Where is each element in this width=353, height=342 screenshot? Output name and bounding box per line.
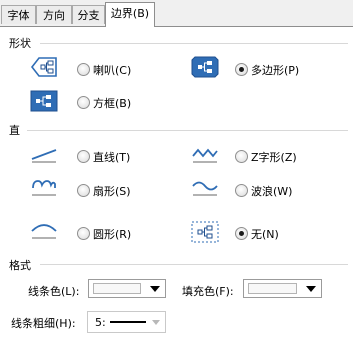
arc-radio[interactable]: [77, 227, 90, 240]
scallop-radio[interactable]: [77, 184, 90, 197]
rectangle-radio[interactable]: [77, 96, 90, 109]
chevron-down-icon: [306, 286, 316, 292]
wave-label: 波浪(W): [251, 185, 293, 198]
straight-line-icon: [31, 149, 57, 163]
line-weight-dropdown[interactable]: 5:: [87, 311, 166, 333]
line-weight-preview: [110, 321, 146, 323]
none-radio[interactable]: [235, 227, 248, 240]
balloon-label: 喇叭(C): [93, 64, 132, 77]
tab-bar-divider: [0, 26, 353, 27]
section-line-title: 直: [9, 124, 20, 137]
straight-radio[interactable]: [77, 150, 90, 163]
scallop-label: 扇形(S): [93, 185, 131, 198]
line-color-swatch: [93, 283, 141, 294]
line-weight-label: 线条粗细(H):: [11, 317, 76, 330]
wave-radio[interactable]: [235, 184, 248, 197]
line-weight-value: 5:: [95, 316, 106, 329]
rectangle-shape-icon: [30, 90, 58, 112]
fill-color-dropdown[interactable]: [243, 279, 322, 298]
tab-border[interactable]: 边界(B): [105, 2, 155, 27]
zigzag-line-icon: [192, 148, 218, 163]
section-format-title: 格式: [9, 259, 31, 272]
section-shape-divider: [40, 43, 348, 44]
fill-color-swatch: [248, 283, 297, 294]
line-color-label: 线条色(L):: [28, 285, 80, 298]
rectangle-label: 方框(B): [93, 97, 132, 110]
tab-border-label: 边界(B): [110, 7, 150, 20]
balloon-radio[interactable]: [77, 63, 90, 76]
no-line-icon: [191, 221, 219, 243]
arc-line-icon: [31, 224, 57, 239]
line-color-dropdown[interactable]: [88, 279, 166, 298]
tab-font-label: 字体: [7, 9, 30, 22]
balloon-shape-icon: [30, 57, 57, 77]
wave-line-icon: [192, 181, 218, 196]
straight-label: 直线(T): [93, 151, 131, 164]
scallop-line-icon: [32, 180, 56, 196]
zigzag-radio[interactable]: [235, 150, 248, 163]
tab-branch-label: 分支: [77, 9, 100, 22]
chevron-down-icon: [150, 286, 160, 292]
polygon-shape-icon: [191, 56, 219, 78]
zigzag-label: Z字形(Z): [251, 151, 297, 164]
arc-label: 圆形(R): [93, 228, 132, 241]
chevron-down-icon: [152, 320, 160, 325]
tab-direction-label: 方向: [43, 9, 65, 22]
section-line-divider: [27, 130, 348, 131]
polygon-label: 多边形(P): [251, 64, 300, 77]
tab-font[interactable]: 字体: [1, 5, 36, 24]
fill-color-label: 填充色(F):: [182, 285, 234, 298]
none-label: 无(N): [251, 228, 279, 241]
section-shape-title: 形状: [9, 37, 31, 50]
tab-direction[interactable]: 方向: [36, 5, 72, 24]
polygon-radio[interactable]: [235, 63, 248, 76]
tab-branch[interactable]: 分支: [72, 5, 105, 24]
section-format-divider: [40, 264, 348, 265]
